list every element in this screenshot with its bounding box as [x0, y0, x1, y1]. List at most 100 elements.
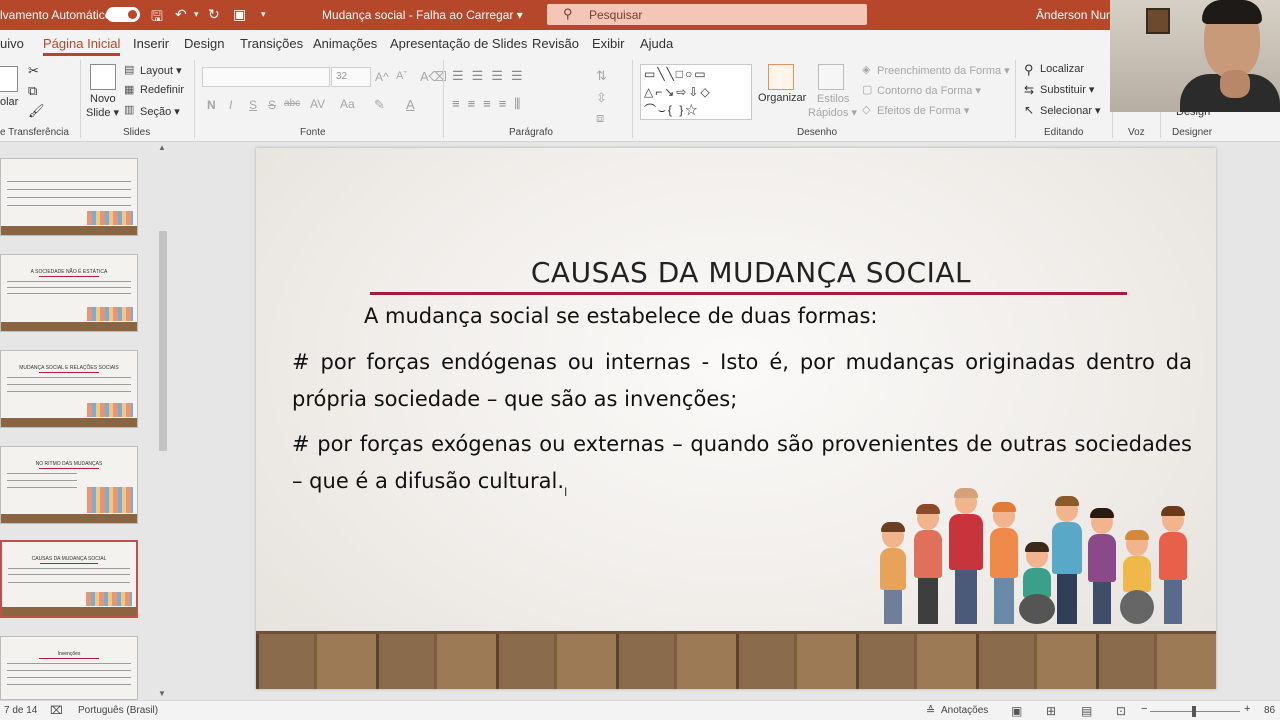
tab-transitions[interactable]: Transições: [240, 36, 303, 51]
paste-icon[interactable]: [0, 66, 18, 92]
arrange-button[interactable]: Organizar: [758, 92, 806, 104]
slide-thumbnail[interactable]: A SOCIEDADE NÃO É ESTÁTICA: [0, 254, 138, 332]
arrange-icon[interactable]: [768, 64, 794, 90]
slideshow-view-icon[interactable]: ⊡: [1116, 704, 1126, 718]
list-buttons[interactable]: ☰☰☰☰: [452, 68, 531, 84]
tab-help[interactable]: Ajuda: [640, 36, 673, 51]
bold-button[interactable]: N: [207, 98, 216, 112]
reset-button[interactable]: Redefinir: [140, 84, 184, 96]
thumb-text-line: [7, 480, 77, 481]
slide-sorter-icon[interactable]: ⊞: [1046, 704, 1056, 718]
grow-font-icon[interactable]: A^: [375, 70, 389, 84]
thumb-text-line: [7, 677, 131, 678]
document-title[interactable]: Mudança social - Falha ao Carregar ▾: [322, 8, 523, 22]
layout-button[interactable]: Layout ▾: [140, 64, 182, 77]
tab-home[interactable]: Página Inicial: [43, 36, 121, 56]
accessibility-icon[interactable]: ⌧: [50, 704, 63, 717]
align-text-icon[interactable]: ⇳: [596, 90, 607, 106]
save-icon[interactable]: 🖫: [151, 6, 163, 30]
highlight-icon[interactable]: ✎: [374, 97, 385, 113]
scrollbar-thumb[interactable]: [159, 231, 167, 451]
find-button[interactable]: Localizar: [1040, 63, 1084, 75]
slide-thumbnail-selected[interactable]: CAUSAS DA MUDANÇA SOCIAL: [0, 540, 138, 618]
zoom-in-icon[interactable]: +: [1244, 703, 1250, 715]
thumb-text-line: [7, 293, 131, 294]
section-icon: ▥: [124, 104, 135, 116]
slide-point-endogenous[interactable]: # por forças endógenas ou internas - Ist…: [292, 344, 1192, 418]
change-case-icon[interactable]: Aa: [340, 97, 355, 111]
tab-design[interactable]: Design: [184, 36, 224, 51]
font-size-field[interactable]: 32: [331, 67, 371, 87]
customize-icon[interactable]: ▾: [261, 9, 266, 20]
paste-button-label[interactable]: olar: [0, 96, 18, 108]
present-icon[interactable]: ▣: [233, 6, 246, 23]
shadow-button[interactable]: abc: [284, 98, 300, 109]
thumbnails-scrollbar[interactable]: ▲ ▼: [157, 143, 169, 700]
format-painter-icon[interactable]: 🖌: [28, 103, 45, 119]
font-color-icon[interactable]: A: [406, 97, 415, 112]
slide-thumbnail[interactable]: [0, 158, 138, 236]
thumb-illustration: [87, 487, 133, 513]
zoom-level[interactable]: 86: [1264, 705, 1275, 716]
slide-intro-text[interactable]: A mudança social se estabelece de duas f…: [364, 304, 878, 328]
wall-frame: [1146, 8, 1170, 34]
search-box[interactable]: ⚲ Pesquisar: [547, 4, 867, 25]
autosave-toggle[interactable]: [106, 7, 140, 22]
section-button[interactable]: Seção ▾: [140, 105, 180, 118]
underline-button[interactable]: S: [249, 98, 257, 112]
divider: [80, 60, 81, 138]
strikethrough-button[interactable]: S: [268, 98, 276, 112]
text-direction-icon[interactable]: ⇅: [596, 68, 607, 84]
slide-thumbnail[interactable]: Invenções: [0, 636, 138, 700]
undo-dropdown-icon[interactable]: ▾: [194, 9, 199, 20]
scroll-down-icon[interactable]: ▼: [158, 689, 166, 698]
alignment-buttons[interactable]: ≡≡≡≡⫼: [452, 96, 528, 112]
tab-view[interactable]: Exibir: [592, 36, 625, 51]
quick-styles-label[interactable]: Estilos: [817, 93, 849, 105]
tab-review[interactable]: Revisão: [532, 36, 579, 51]
normal-view-icon[interactable]: ▣: [1011, 704, 1022, 718]
slide-canvas[interactable]: CAUSAS DA MUDANÇA SOCIAL A mudança socia…: [256, 148, 1216, 689]
select-button[interactable]: Selecionar ▾: [1040, 104, 1101, 117]
font-name-field[interactable]: [202, 67, 330, 87]
thumb-title: A SOCIEDADE NÃO É ESTÁTICA: [30, 269, 108, 275]
shape-effects-button[interactable]: Efeitos de Forma ▾: [877, 104, 969, 117]
thumb-text-line: [7, 197, 131, 198]
group-label-slides: Slides: [123, 127, 151, 138]
scroll-up-icon[interactable]: ▲: [158, 143, 166, 152]
shape-outline-button[interactable]: Contorno da Forma ▾: [877, 84, 981, 97]
smartart-icon[interactable]: ⧈: [596, 110, 604, 126]
new-slide-dropdown[interactable]: Slide ▾: [86, 106, 119, 119]
slide-counter: 7 de 14: [4, 705, 38, 716]
undo-icon[interactable]: ↶: [175, 6, 187, 23]
italic-button[interactable]: I: [229, 98, 232, 112]
new-slide-icon[interactable]: [90, 64, 116, 90]
tab-animations[interactable]: Animações: [313, 36, 377, 51]
slide-thumbnail[interactable]: NO RITMO DAS MUDANÇAS: [0, 446, 138, 524]
cut-icon[interactable]: ✂: [28, 63, 39, 79]
shrink-font-icon[interactable]: Aˇ: [396, 70, 407, 82]
char-spacing-icon[interactable]: AV: [310, 97, 325, 111]
new-slide-label[interactable]: Novo: [90, 93, 116, 105]
group-label-drawing: Desenho: [797, 127, 838, 138]
zoom-slider-knob[interactable]: [1192, 706, 1196, 717]
quick-styles-icon[interactable]: [818, 64, 844, 90]
quick-styles-dropdown[interactable]: Rápidos ▾: [808, 106, 857, 119]
redo-icon[interactable]: ↻: [208, 6, 220, 23]
zoom-out-icon[interactable]: −: [1141, 703, 1147, 715]
replace-button[interactable]: Substituir ▾: [1040, 83, 1094, 96]
notes-button[interactable]: Anotações: [941, 705, 988, 716]
reading-view-icon[interactable]: ▤: [1081, 704, 1092, 718]
thumb-title: MUDANÇA SOCIAL E RELAÇÕES SOCIAIS: [19, 365, 119, 371]
slide-title[interactable]: CAUSAS DA MUDANÇA SOCIAL: [256, 256, 1216, 289]
shapes-gallery[interactable]: ▭╲╲□○▭ △⌐↘⇨⇩◇ ⌒⌣{ }☆: [640, 64, 752, 120]
language-status[interactable]: Português (Brasil): [78, 705, 158, 716]
ribbon: olar ✂ ⧉ 🖌 e Transferência Novo Slide ▾ …: [0, 56, 1280, 142]
copy-icon[interactable]: ⧉: [28, 83, 37, 99]
tab-file[interactable]: uivo: [0, 36, 24, 51]
tab-slideshow[interactable]: Apresentação de Slides: [390, 36, 527, 51]
font-size-value: 32: [336, 71, 348, 82]
shape-fill-button[interactable]: Preenchimento da Forma ▾: [877, 64, 1010, 77]
slide-thumbnail[interactable]: MUDANÇA SOCIAL E RELAÇÕES SOCIAIS: [0, 350, 138, 428]
tab-insert[interactable]: Inserir: [133, 36, 169, 51]
